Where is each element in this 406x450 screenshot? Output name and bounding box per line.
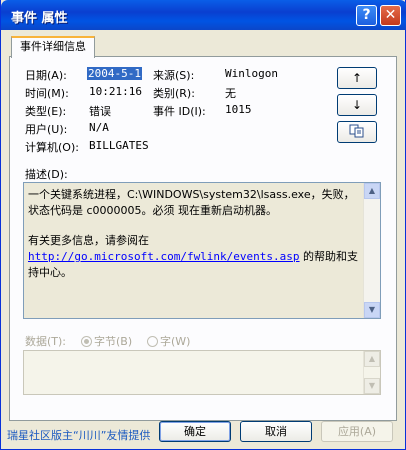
help-link[interactable]: http://go.microsoft.com/fwlink/events.as…	[28, 250, 300, 263]
radio-icon	[147, 336, 158, 347]
bytes-radio-label: 字节(B)	[94, 335, 133, 348]
description-scrollbar[interactable]: ▲ ▼	[363, 183, 380, 318]
cancel-button[interactable]: 取消	[240, 421, 312, 442]
user-value: N/A	[89, 121, 109, 134]
type-label: 类型(E):	[25, 105, 67, 118]
copy-icon	[349, 124, 364, 138]
ok-button[interactable]: 确定	[159, 421, 231, 442]
data-box[interactable]: ▲ ▼	[23, 350, 381, 395]
close-button[interactable]: ✕	[380, 5, 401, 26]
computer-value: BILLGATES	[89, 139, 149, 152]
source-value: Winlogon	[225, 67, 278, 80]
time-value: 10:21:16	[89, 85, 142, 98]
tab-event-details[interactable]: 事件详细信息	[11, 36, 95, 58]
date-value: 2004-5-1	[87, 67, 142, 80]
scroll-up-icon[interactable]: ▲	[364, 183, 380, 199]
category-value: 无	[225, 87, 236, 100]
description-text: 一个关键系统进程，C:\WINDOWS\system32\lsass.exe，失…	[28, 188, 355, 217]
radio-selected-icon	[81, 336, 92, 347]
type-value: 错误	[89, 105, 111, 118]
data-scrollbar[interactable]: ▲ ▼	[363, 351, 380, 394]
more-info-text: 有关更多信息，请参阅在	[28, 234, 149, 247]
title-bar[interactable]: 事件 属性 ? ✕	[1, 0, 406, 30]
event-id-label: 事件 ID(I):	[153, 105, 206, 118]
scroll-down-icon[interactable]: ▼	[364, 302, 380, 318]
description-label: 描述(D):	[25, 168, 68, 181]
arrow-down-icon: ↓	[351, 98, 363, 112]
data-label: 数据(T):	[25, 335, 67, 348]
data-scroll-down-icon[interactable]: ▼	[364, 378, 380, 394]
window-title: 事件 属性	[11, 11, 68, 26]
footer-credit: 瑞星社区版主“川川”友情提供	[7, 429, 151, 442]
date-label: 日期(A):	[25, 69, 67, 82]
bytes-radio[interactable]: 字节(B)	[81, 333, 132, 349]
data-scroll-up-icon[interactable]: ▲	[364, 351, 380, 367]
copy-button[interactable]	[337, 121, 377, 143]
event-properties-window: 事件 属性 ? ✕ 事件详细信息 日期(A): 2004-5-1 来源(S): …	[0, 0, 406, 450]
help-button[interactable]: ?	[356, 5, 377, 26]
time-label: 时间(M):	[25, 87, 69, 100]
apply-button[interactable]: 应用(A)	[321, 421, 393, 442]
computer-label: 计算机(O):	[25, 141, 79, 154]
previous-event-button[interactable]: ↑	[337, 67, 377, 89]
description-box[interactable]: 一个关键系统进程，C:\WINDOWS\system32\lsass.exe，失…	[23, 182, 381, 319]
source-label: 来源(S):	[153, 69, 195, 82]
words-radio-label: 字(W)	[160, 335, 191, 348]
next-event-button[interactable]: ↓	[337, 94, 377, 116]
words-radio[interactable]: 字(W)	[147, 333, 190, 349]
arrow-up-icon: ↑	[351, 71, 363, 85]
event-id-value: 1015	[225, 103, 252, 116]
more-info-paragraph: 有关更多信息，请参阅在 http://go.microsoft.com/fwli…	[28, 233, 360, 281]
user-label: 用户(U):	[25, 123, 68, 136]
category-label: 类别(R):	[153, 87, 195, 100]
